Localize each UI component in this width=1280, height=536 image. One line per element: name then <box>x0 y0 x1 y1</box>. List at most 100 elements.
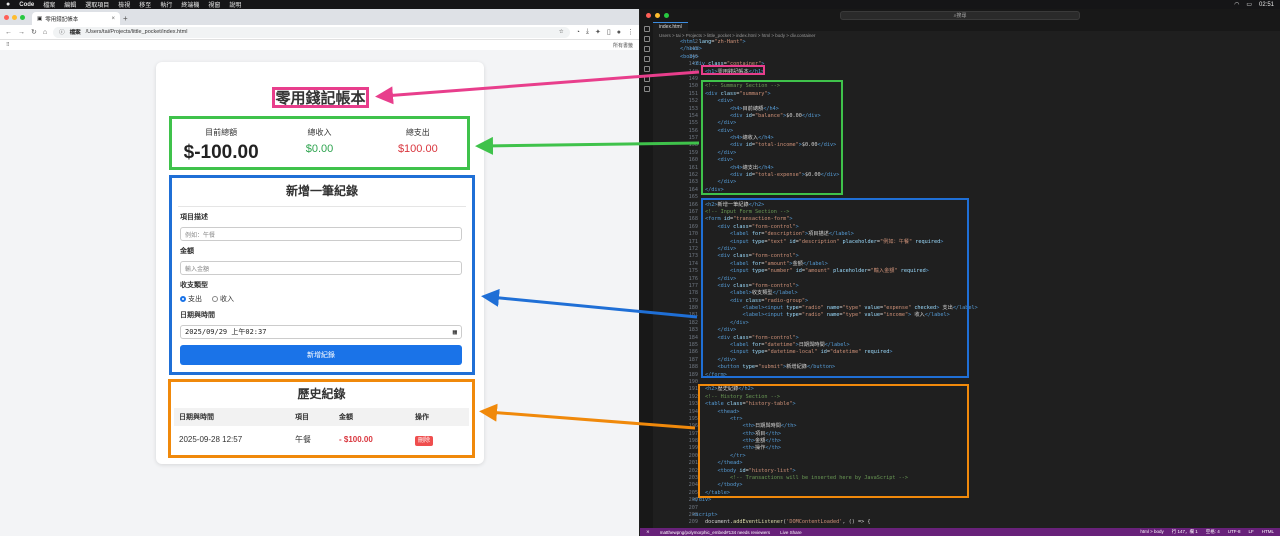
code-line[interactable] <box>680 505 1280 512</box>
datetime-value: 2025/09/29 上午02:37 <box>185 328 267 336</box>
status-live-share[interactable]: Live Share <box>780 530 802 535</box>
browser-toolbar: ← → ↻ ⌂ ⓘ 檔案 /Users/tai/Projects/little_… <box>0 25 639 40</box>
battery-icon[interactable]: ▭ <box>1246 1 1252 8</box>
expense-label: 總支出 <box>405 128 430 137</box>
puzzle-icon[interactable]: ✦ <box>595 28 601 36</box>
reload-icon[interactable]: ↻ <box>31 28 37 36</box>
info-icon[interactable]: ⓘ <box>59 28 65 36</box>
history-table-header: 日期與時間 項目 金額 操作 <box>174 408 469 426</box>
minimize-window-button[interactable] <box>12 14 17 20</box>
code-line[interactable]: <body> <box>680 54 1280 61</box>
sidepanel-icon[interactable]: ▯ <box>607 28 611 36</box>
search-label: 搜尋 <box>956 13 967 19</box>
menu-app-name[interactable]: Code <box>19 2 34 8</box>
amount-group: 金額 輸入金額 <box>180 246 462 275</box>
type-group: 收支類型 支出 收入 <box>180 280 234 304</box>
expense-block: 總支出 $100.00 <box>369 119 467 167</box>
code-line[interactable]: <div class="container"> <box>680 61 1280 68</box>
code-line[interactable]: <html lang="zh-Hant"> <box>680 39 1280 46</box>
divider <box>178 206 466 207</box>
new-tab-button[interactable]: + <box>123 12 128 25</box>
transaction-form: 新增一筆紀錄 項目描述 例如：午餐 金額 輸入金額 收支類型 支出 收入 日期與… <box>169 175 475 375</box>
menu-item[interactable]: 視窗 <box>208 0 220 9</box>
code-line[interactable]: <script> <box>680 512 1280 519</box>
apps-icon[interactable]: ⠿ <box>6 42 10 48</box>
menu-item[interactable]: 選取項目 <box>85 0 109 9</box>
apple-icon[interactable]: ● <box>6 1 10 8</box>
description-group: 項目描述 例如：午餐 <box>180 212 462 241</box>
remote-icon[interactable] <box>643 76 650 82</box>
home-icon[interactable]: ⌂ <box>43 29 47 36</box>
status-encoding[interactable]: UTF-8 <box>1228 529 1241 535</box>
close-tab-icon[interactable]: × <box>111 16 115 22</box>
code-line[interactable]: </head> <box>680 46 1280 53</box>
address-bar[interactable]: ⓘ 檔案 /Users/tai/Projects/little_pocket/i… <box>53 26 570 38</box>
remote-icon[interactable]: ⨯ <box>646 529 650 535</box>
mac-menu-bar: ● Code 檔案 編輯 選取項目 檢視 移至 執行 終端機 視窗 說明 ◠ ▭… <box>0 0 1280 9</box>
calendar-icon[interactable]: ▦ <box>453 328 457 336</box>
amount-input[interactable]: 輸入金額 <box>180 261 462 275</box>
browser-tab[interactable]: ▣ 零用錢記帳本 × <box>32 12 120 25</box>
expense-option-label: 支出 <box>188 296 202 303</box>
row-item: 午餐 <box>295 434 311 444</box>
close-window-button[interactable] <box>646 13 651 18</box>
zoom-window-button[interactable] <box>20 14 25 20</box>
menu-icon[interactable]: ⋮ <box>627 28 634 36</box>
menu-item[interactable]: 編輯 <box>64 0 76 9</box>
editor-titlebar: ⌕ 搜尋 <box>640 9 1280 22</box>
income-value: $0.00 <box>305 143 334 155</box>
page-icon: ▣ <box>37 15 43 22</box>
minimize-window-button[interactable] <box>655 13 660 18</box>
status-indent[interactable]: 空格: 4 <box>1206 529 1220 535</box>
run-debug-icon[interactable] <box>643 56 650 62</box>
zoom-window-button[interactable] <box>664 13 669 18</box>
datetime-group: 日期與時間 2025/09/29 上午02:37 ▦ <box>180 310 462 339</box>
status-bar: ⨯ matthewpng/polymorphic_embed#134 needs… <box>640 528 1280 536</box>
code-line[interactable]: document.addEventListener('DOMContentLoa… <box>680 519 1280 526</box>
delete-button[interactable]: 刪除 <box>415 435 434 446</box>
search-icon[interactable] <box>643 36 650 42</box>
explorer-icon[interactable] <box>643 26 650 32</box>
extension-icon[interactable]: ◔ <box>576 29 580 36</box>
radio-income[interactable]: 收入 <box>212 294 234 304</box>
income-label: 總收入 <box>307 128 332 137</box>
submit-button[interactable]: 新增紀錄 <box>180 345 462 365</box>
tab-label: index.html <box>659 24 682 30</box>
menu-item[interactable]: 終端機 <box>181 0 199 9</box>
status-path[interactable]: html > body <box>1140 529 1163 535</box>
datetime-input[interactable]: 2025/09/29 上午02:37 ▦ <box>180 325 462 339</box>
status-eol[interactable]: LF <box>1248 529 1253 535</box>
menu-item[interactable]: 說明 <box>229 0 241 9</box>
back-icon[interactable]: ← <box>5 29 12 36</box>
code-line[interactable]: <h1>零用錢記帳本</h1> <box>680 69 1280 76</box>
profile-icon[interactable]: ● <box>617 29 621 36</box>
tab-index-html[interactable]: index.html <box>653 22 688 31</box>
status-cursor[interactable]: 行 147，欄 1 <box>1172 529 1198 535</box>
command-center-search[interactable]: ⌕ 搜尋 <box>840 11 1080 20</box>
radio-expense[interactable]: 支出 <box>180 294 202 304</box>
url-text[interactable]: /Users/tai/Projects/little_pocket/index.… <box>86 29 188 35</box>
testing-icon[interactable] <box>643 86 650 92</box>
forward-icon[interactable]: → <box>18 29 25 36</box>
breadcrumb[interactable]: Users > tai > Projects > little_pocket >… <box>653 31 1280 39</box>
status-language[interactable]: HTML <box>1262 529 1274 535</box>
close-window-button[interactable] <box>4 14 9 20</box>
amount-label: 金額 <box>180 248 194 255</box>
menu-item[interactable]: 移至 <box>139 0 151 9</box>
star-icon[interactable]: ☆ <box>559 29 564 35</box>
clock[interactable]: 02:51 <box>1259 2 1274 8</box>
source-control-icon[interactable] <box>643 46 650 52</box>
col-item: 項目 <box>295 414 309 421</box>
menu-item[interactable]: 執行 <box>160 0 172 9</box>
balance-label: 目前總額 <box>205 128 238 137</box>
menu-item[interactable]: 檢視 <box>118 0 130 9</box>
code-line[interactable]: </div> <box>680 497 1280 504</box>
menu-item[interactable]: 檔案 <box>43 0 55 9</box>
wifi-icon[interactable]: ◠ <box>1234 1 1239 8</box>
all-bookmarks[interactable]: 所有書籤 <box>613 42 633 49</box>
tab-title: 零用錢記帳本 <box>45 16 79 23</box>
status-branch[interactable]: matthewpng/polymorphic_embed#134 needs r… <box>660 530 770 535</box>
description-input[interactable]: 例如：午餐 <box>180 227 462 241</box>
extensions-icon[interactable] <box>643 66 650 72</box>
download-icon[interactable]: ⤓ <box>586 28 589 36</box>
